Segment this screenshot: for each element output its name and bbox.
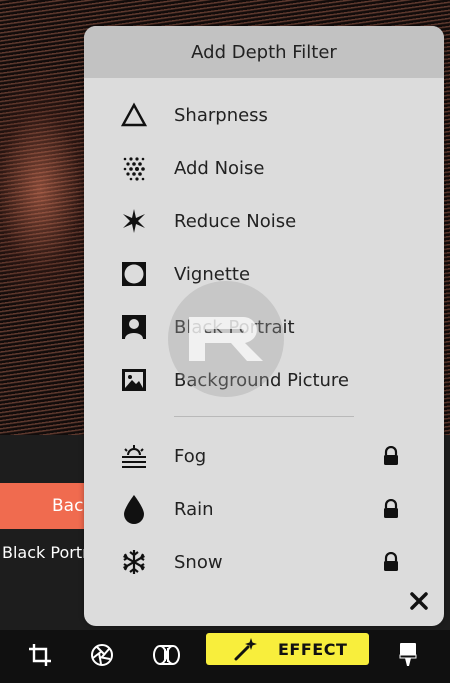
- bottom-toolbar: EFFECT: [0, 630, 450, 683]
- menu-item-reduce-noise[interactable]: Reduce Noise: [84, 199, 444, 243]
- close-icon[interactable]: [406, 588, 432, 614]
- triangle-icon: [119, 100, 149, 130]
- menu-item-label: Black Portrait: [174, 316, 295, 338]
- menu-item-label: Add Noise: [174, 157, 265, 179]
- fog-icon: [119, 441, 149, 471]
- lock-icon: [382, 551, 400, 572]
- menu-item-label: Fog: [174, 445, 207, 467]
- menu-item-snow[interactable]: Snow: [84, 540, 444, 584]
- magic-wand-icon: [234, 637, 258, 661]
- lens-icon[interactable]: [146, 636, 186, 674]
- effect-button[interactable]: EFFECT: [206, 633, 369, 665]
- noise-dots-icon: [119, 153, 149, 183]
- brush-icon[interactable]: [388, 636, 428, 674]
- snowflake-icon: [119, 547, 149, 577]
- portrait-icon: [119, 312, 149, 342]
- menu-item-label: Rain: [174, 498, 214, 520]
- menu-item-label: Snow: [174, 551, 223, 573]
- menu-item-add-noise[interactable]: Add Noise: [84, 146, 444, 190]
- add-depth-filter-panel: Add Depth Filter Sharpness Add Noise Red…: [84, 26, 444, 626]
- panel-title: Add Depth Filter: [84, 26, 444, 78]
- menu-item-sharpness[interactable]: Sharpness: [84, 93, 444, 137]
- lock-icon: [382, 445, 400, 466]
- aperture-icon[interactable]: [82, 636, 122, 674]
- menu-divider: [174, 416, 354, 417]
- menu-item-fog[interactable]: Fog: [84, 434, 444, 478]
- menu-item-label: Background Picture: [174, 369, 350, 391]
- sparkle-icon: [119, 206, 149, 236]
- menu-item-rain[interactable]: Rain: [84, 487, 444, 531]
- menu-item-label: Reduce Noise: [174, 210, 297, 232]
- picture-icon: [119, 365, 149, 395]
- vignette-icon: [119, 259, 149, 289]
- lock-icon: [382, 498, 400, 519]
- menu-item-background-picture[interactable]: Background Picture: [84, 358, 444, 402]
- crop-icon[interactable]: [20, 636, 60, 674]
- menu-item-vignette[interactable]: Vignette: [84, 252, 444, 296]
- menu-item-label: Vignette: [174, 263, 251, 285]
- menu-item-black-portrait[interactable]: Black Portrait: [84, 305, 444, 349]
- raindrop-icon: [119, 494, 149, 524]
- menu-item-label: Sharpness: [174, 104, 268, 126]
- effect-button-label: EFFECT: [278, 639, 348, 659]
